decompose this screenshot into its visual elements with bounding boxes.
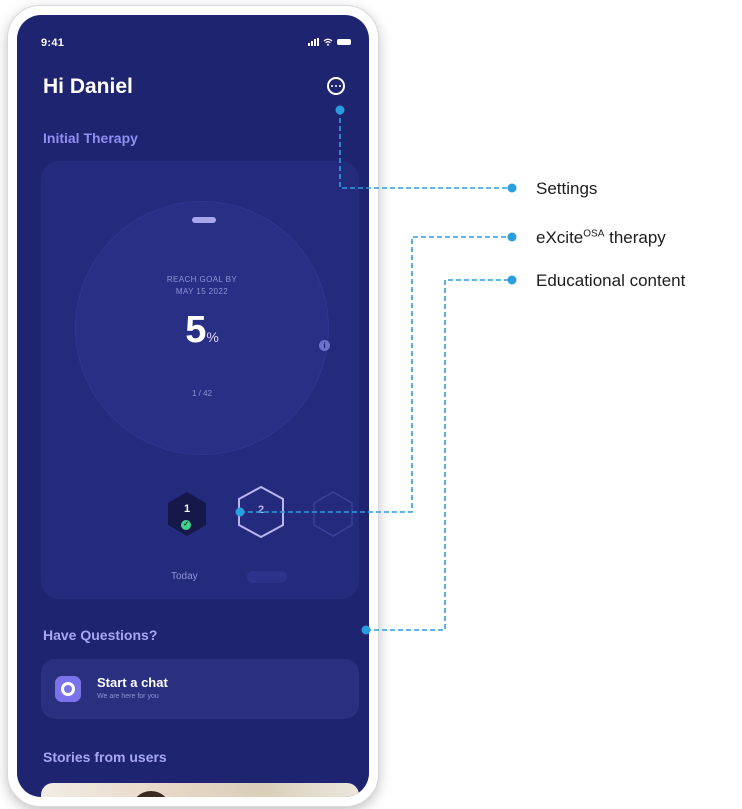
education-leader: [366, 279, 512, 631]
settings-callout: Settings: [536, 179, 598, 198]
therapy-dot-start: [235, 507, 245, 517]
education-dot-start: [361, 625, 371, 635]
therapy-callout: eXciteOSA therapy: [536, 228, 666, 247]
settings-leader: [339, 110, 512, 189]
therapy-dot-end: [507, 232, 517, 242]
education-dot-end: [507, 275, 517, 285]
settings-dot-start: [335, 105, 345, 115]
settings-dot-end: [507, 183, 517, 193]
education-callout: Educational content: [536, 271, 686, 290]
therapy-leader: [240, 236, 512, 513]
callout-lines: [235, 105, 517, 635]
